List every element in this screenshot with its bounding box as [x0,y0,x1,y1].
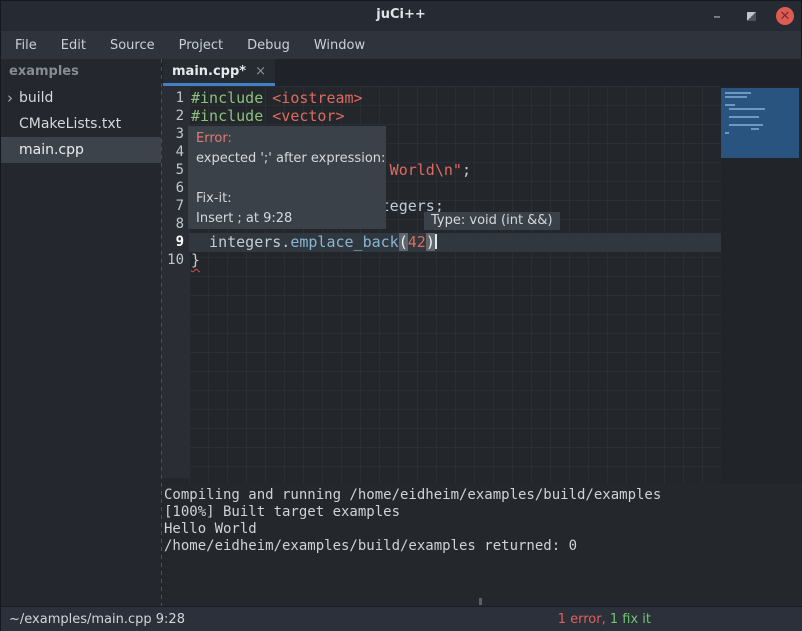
overview-code-mark [751,128,759,130]
maximize-button[interactable] [741,6,761,26]
expander-chevron-icon[interactable]: › [1,85,19,111]
line-number: 1 [162,89,184,107]
tab-bar: main.cpp* × [161,59,802,86]
tab-close-icon[interactable]: × [255,64,266,79]
text-cursor [435,234,437,249]
minimize-icon: – [713,7,721,25]
close-icon: ✕ [776,7,794,25]
restore-icon [747,12,756,21]
menu-item-edit[interactable]: Edit [51,34,96,57]
window-title: juCi++ [1,7,801,22]
close-button[interactable]: ✕ [775,6,795,26]
sidebar-resize-handle[interactable] [161,59,162,606]
type-tooltip: Type: void (int &&) [424,212,560,230]
menu-item-project[interactable]: Project [169,34,233,57]
menu-item-file[interactable]: File [5,34,47,57]
error-message: expected ';' after expression: [196,149,378,169]
overview-margin [721,86,802,484]
title-bar[interactable]: juCi++ – ✕ [1,1,801,31]
diagnostic-tooltip: Error: expected ';' after expression: Fi… [188,126,386,229]
line-number: 9 [162,233,184,251]
overview-code-mark [725,92,751,94]
overview-code-mark [729,116,759,118]
tooltip-spacer [196,169,378,189]
status-bar: ~/examples/main.cpp 9:28 1 error, 1 fix … [1,606,802,631]
tree-item-label: build [19,85,53,111]
line-number: 10 [162,251,184,269]
editor-area: main.cpp* × 12345678910 #include <iostre… [161,59,802,606]
error-title: Error: [196,129,378,149]
file-tree-panel: examples ›buildCMakeLists.txtmain.cpp [1,59,161,606]
main-body: examples ›buildCMakeLists.txtmain.cpp ma… [1,59,802,606]
output-line: Hello World [164,521,802,538]
code-token: #include [191,89,272,107]
code-token: #include [191,107,272,125]
code-token: ; [462,161,471,179]
tree-item-cmakelists-txt[interactable]: CMakeLists.txt [1,111,161,137]
code-token: integers. [191,233,290,251]
code-token: emplace_back [290,233,398,251]
status-file-position: ~/examples/main.cpp 9:28 [1,612,558,627]
line-number-gutter: 12345678910 [161,86,189,478]
line-number: 5 [162,161,184,179]
overview-code-mark [729,108,765,110]
output-line: Compiling and running /home/eidheim/exam… [164,487,802,504]
fixit-message: Insert ; at 9:28 [196,209,378,229]
tree-item-label: main.cpp [19,137,84,163]
minimize-button[interactable]: – [707,6,727,26]
overview-code-mark [725,96,747,98]
line-number: 4 [162,143,184,161]
line-number: 3 [162,125,184,143]
code-token: ) [426,233,435,251]
app-window: juCi++ – ✕ FileEditSourceProjectDebugWin… [0,0,802,630]
code-line-2: #include <vector> [191,107,345,125]
code-token: ( [399,233,408,251]
status-error-count: 1 error, [558,612,606,627]
menu-item-window[interactable]: Window [304,34,375,57]
line-number: 2 [162,107,184,125]
tree-item-build[interactable]: ›build [1,85,161,111]
code-editor[interactable]: 12345678910 #include <iostream>#include … [161,86,802,484]
menu-item-source[interactable]: Source [100,34,165,57]
pane-resize-handle[interactable] [479,598,482,605]
line-number: 7 [162,197,184,215]
code-token: <iostream> [272,89,362,107]
line-number: 8 [162,215,184,233]
code-token: <vector> [272,107,344,125]
output-line: /home/eidheim/examples/build/examples re… [164,538,802,555]
status-fixit-count: 1 fix it [606,612,651,627]
document-overview-thumbnail[interactable] [721,88,799,158]
overview-code-mark [725,132,729,134]
build-output-pane[interactable]: Compiling and running /home/eidheim/exam… [161,484,802,606]
status-diagnostics: 1 error, 1 fix it [558,612,651,627]
tree-item-main-cpp[interactable]: main.cpp [1,137,161,163]
code-line-10: } [191,251,200,269]
fixit-title: Fix-it: [196,189,378,209]
output-line: [100%] Built target examples [164,504,802,521]
overview-code-mark [725,104,735,106]
line-number: 6 [162,179,184,197]
tab-label: main.cpp* [172,64,246,79]
overview-code-mark [729,124,763,126]
menu-item-debug[interactable]: Debug [237,34,300,57]
code-token: } [191,251,200,269]
project-folder-label: examples [1,59,161,85]
tab-main-cpp[interactable]: main.cpp* × [163,59,275,86]
code-line-1: #include <iostream> [191,89,363,107]
file-tree: ›buildCMakeLists.txtmain.cpp [1,85,161,163]
code-line-9: integers.emplace_back(42) [191,233,437,251]
code-token: 42 [408,233,426,251]
menu-bar: FileEditSourceProjectDebugWindow [1,31,801,59]
tree-item-label: CMakeLists.txt [19,111,121,137]
